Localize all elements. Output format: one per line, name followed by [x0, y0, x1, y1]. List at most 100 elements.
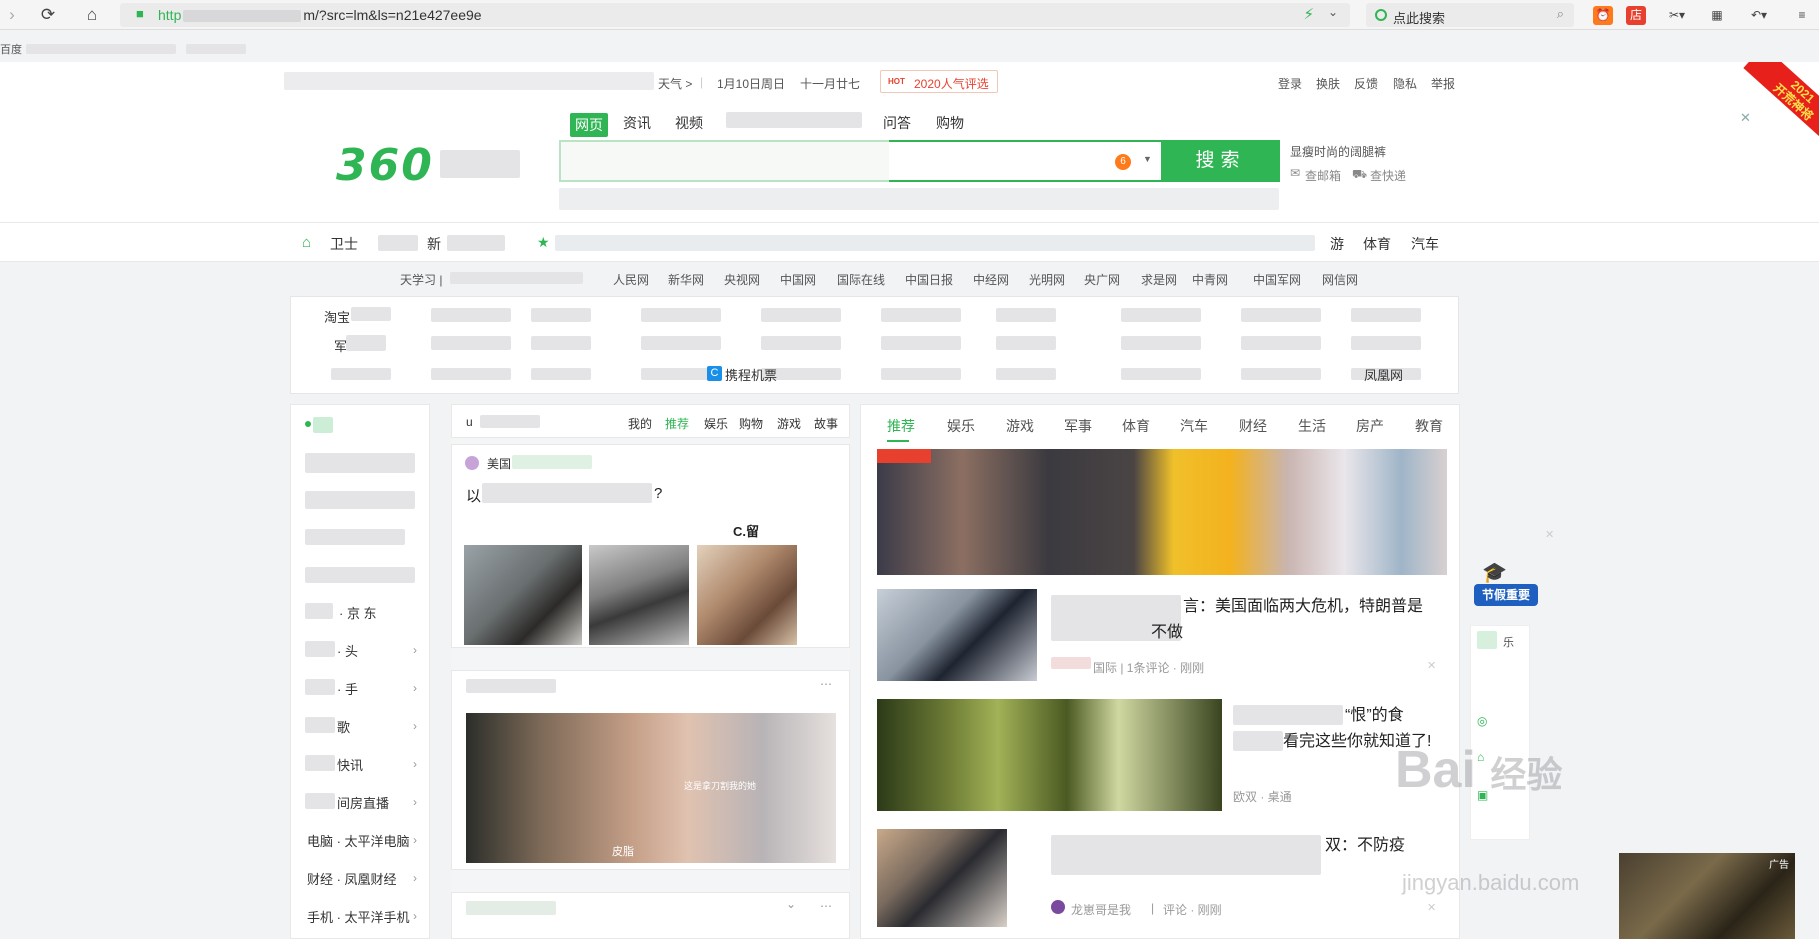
scissors-icon[interactable]: ✂▾	[1662, 6, 1692, 25]
media-link[interactable]: 国际在线	[837, 271, 885, 288]
close-icon[interactable]: ✕	[1740, 110, 1751, 126]
check-express-link[interactable]: 查快递	[1370, 167, 1406, 184]
media-link[interactable]: 光明网	[1029, 271, 1065, 288]
search-tab[interactable]: 视频	[675, 113, 703, 133]
news-banner-image[interactable]	[877, 449, 1447, 575]
media-link[interactable]: 中经网	[973, 271, 1009, 288]
top-link[interactable]: 隐私	[1393, 75, 1417, 92]
media-link[interactable]: 新华网	[668, 271, 704, 288]
media-link[interactable]: 人民网	[613, 271, 649, 288]
left-list-item[interactable]: 财经 · 凤凰财经 ›	[291, 867, 429, 895]
grid-icon[interactable]: ▦	[1707, 6, 1727, 25]
search-tab[interactable]: 问答	[883, 113, 911, 133]
corner-ribbon[interactable]: 2021 开荒神将	[1728, 62, 1819, 142]
media-link[interactable]: 中青网	[1192, 271, 1228, 288]
shop-icon[interactable]: 店	[1626, 6, 1646, 25]
media-link[interactable]: 求是网	[1141, 271, 1177, 288]
feed-card-1[interactable]: 美国 以 ? C.留	[451, 444, 850, 648]
news-tab[interactable]: 推荐	[887, 416, 915, 436]
left-list-item[interactable]: 手机 · 太平洋手机 ›	[291, 905, 429, 933]
bookmark-item[interactable]: 百度	[0, 44, 22, 56]
close-icon[interactable]: ✕	[1427, 659, 1436, 672]
search-tab[interactable]: 资讯	[623, 113, 651, 133]
back-icon[interactable]: ›	[2, 5, 22, 25]
news-title-3a[interactable]: 双：不防疫	[1325, 833, 1405, 859]
left-list-item[interactable]: 间房直播 ›	[291, 791, 429, 819]
chevron-right-icon[interactable]: ›	[413, 833, 417, 847]
search-icon[interactable]: ⌕	[1557, 6, 1564, 22]
home-icon[interactable]: ⌂	[82, 5, 102, 25]
chevron-right-icon[interactable]: ›	[413, 719, 417, 733]
news-title-2a[interactable]: “恨”的食	[1345, 703, 1404, 729]
media-link[interactable]: 网信网	[1322, 271, 1358, 288]
left-list-item[interactable]: 快讯 ›	[291, 753, 429, 781]
search-hint[interactable]: 显瘦时尚的阔腿裤	[1290, 143, 1386, 160]
search-tab[interactable]: 购物	[936, 113, 964, 133]
site-ifeng[interactable]: 凤凰网	[1364, 365, 1403, 384]
feed-tab[interactable]: 购物	[739, 415, 763, 432]
feed-tab[interactable]: 娱乐	[704, 415, 728, 432]
chevron-right-icon[interactable]: ›	[413, 909, 417, 923]
browser-search-box[interactable]: 点此搜索 ⌕	[1366, 3, 1574, 27]
site-ctrip[interactable]: 携程机票	[725, 365, 777, 384]
check-mail-link[interactable]: 查邮箱	[1305, 167, 1341, 184]
left-list-item[interactable]: · 手 ›	[291, 677, 429, 705]
side-widget-badge[interactable]: 节假重要 🎓	[1474, 560, 1538, 614]
top-link[interactable]: 反馈	[1354, 75, 1378, 92]
close-icon[interactable]: ✕	[1427, 901, 1436, 914]
news-title-1b[interactable]: 不做	[1151, 620, 1183, 646]
nav-item-games[interactable]: 游	[1330, 234, 1344, 254]
chevron-right-icon[interactable]: ›	[413, 681, 417, 695]
news-tab[interactable]: 汽车	[1180, 416, 1208, 436]
left-list-item[interactable]: 电脑 · 太平洋电脑 ›	[291, 829, 429, 857]
chevron-right-icon[interactable]: ›	[413, 643, 417, 657]
feed-tab[interactable]: 推荐	[665, 415, 689, 432]
news-tab[interactable]: 财经	[1239, 416, 1267, 436]
news-tab[interactable]: 体育	[1122, 416, 1150, 436]
feed-tab[interactable]: 故事	[814, 415, 838, 432]
chevron-right-icon[interactable]: ›	[413, 757, 417, 771]
popular-vote-link[interactable]: HOT 2020人气评选	[880, 70, 998, 93]
chevron-down-icon[interactable]: ⌄	[1328, 5, 1338, 19]
ad-image[interactable]: 广告	[1619, 853, 1795, 939]
more-icon[interactable]: ⋯	[820, 899, 832, 913]
media-link[interactable]: 央广网	[1084, 271, 1120, 288]
top-link[interactable]: 换肤	[1316, 75, 1340, 92]
refresh-icon[interactable]: ⟳	[38, 5, 58, 25]
news-tab[interactable]: 娱乐	[947, 416, 975, 436]
logo[interactable]: 360	[336, 140, 434, 191]
menu-icon[interactable]: ≡	[1790, 6, 1814, 25]
feed-tab[interactable]: 游戏	[777, 415, 801, 432]
news-tab[interactable]: 游戏	[1006, 416, 1034, 436]
media-link[interactable]: 中国网	[780, 271, 816, 288]
chevron-down-icon[interactable]: ▼	[1143, 154, 1152, 164]
news-title-1a[interactable]: 言：美国面临两大危机，特朗普是	[1183, 594, 1423, 620]
news-tab[interactable]: 军事	[1064, 416, 1092, 436]
news-tab[interactable]: 房产	[1356, 416, 1384, 436]
media-link[interactable]: 央视网	[724, 271, 760, 288]
nav-item-weishi[interactable]: 卫士	[330, 234, 358, 254]
feed-card-3[interactable]: ⌄ ⋯	[451, 892, 850, 939]
study-link[interactable]: 天学习 |	[400, 271, 442, 288]
feed-card-2[interactable]: ⋯ 这是拿刀割我的她 皮脂	[451, 670, 850, 870]
chevron-down-icon[interactable]: ⌄	[786, 897, 796, 911]
side-item[interactable]: 乐	[1503, 634, 1514, 650]
search-button[interactable]: 搜索	[1161, 140, 1280, 182]
chevron-right-icon[interactable]: ›	[413, 795, 417, 809]
media-link[interactable]: 中国军网	[1253, 271, 1301, 288]
chevron-right-icon[interactable]: ›	[413, 871, 417, 885]
news-tab[interactable]: 生活	[1298, 416, 1326, 436]
media-link[interactable]: 中国日报	[905, 271, 953, 288]
nav-item-news[interactable]: 新	[427, 234, 441, 254]
undo-icon[interactable]: ↶▾	[1743, 6, 1775, 25]
left-list-item[interactable]: · 京 东	[291, 601, 429, 629]
weather-link[interactable]: 天气 >	[658, 75, 692, 92]
left-list-item[interactable]: 歌 ›	[291, 715, 429, 743]
nav-item-auto[interactable]: 汽车	[1411, 234, 1439, 254]
news-tab[interactable]: 教育	[1415, 416, 1443, 436]
address-bar[interactable]: ■ http m/?src=lm&ls=n21e427ee9e ⚡ ⌄	[120, 3, 1350, 27]
nav-item-sports[interactable]: 体育	[1363, 234, 1391, 254]
more-icon[interactable]: ⋯	[820, 677, 832, 691]
feed-tab[interactable]: 我的	[628, 415, 652, 432]
search-tab[interactable]: 网页	[570, 113, 608, 137]
